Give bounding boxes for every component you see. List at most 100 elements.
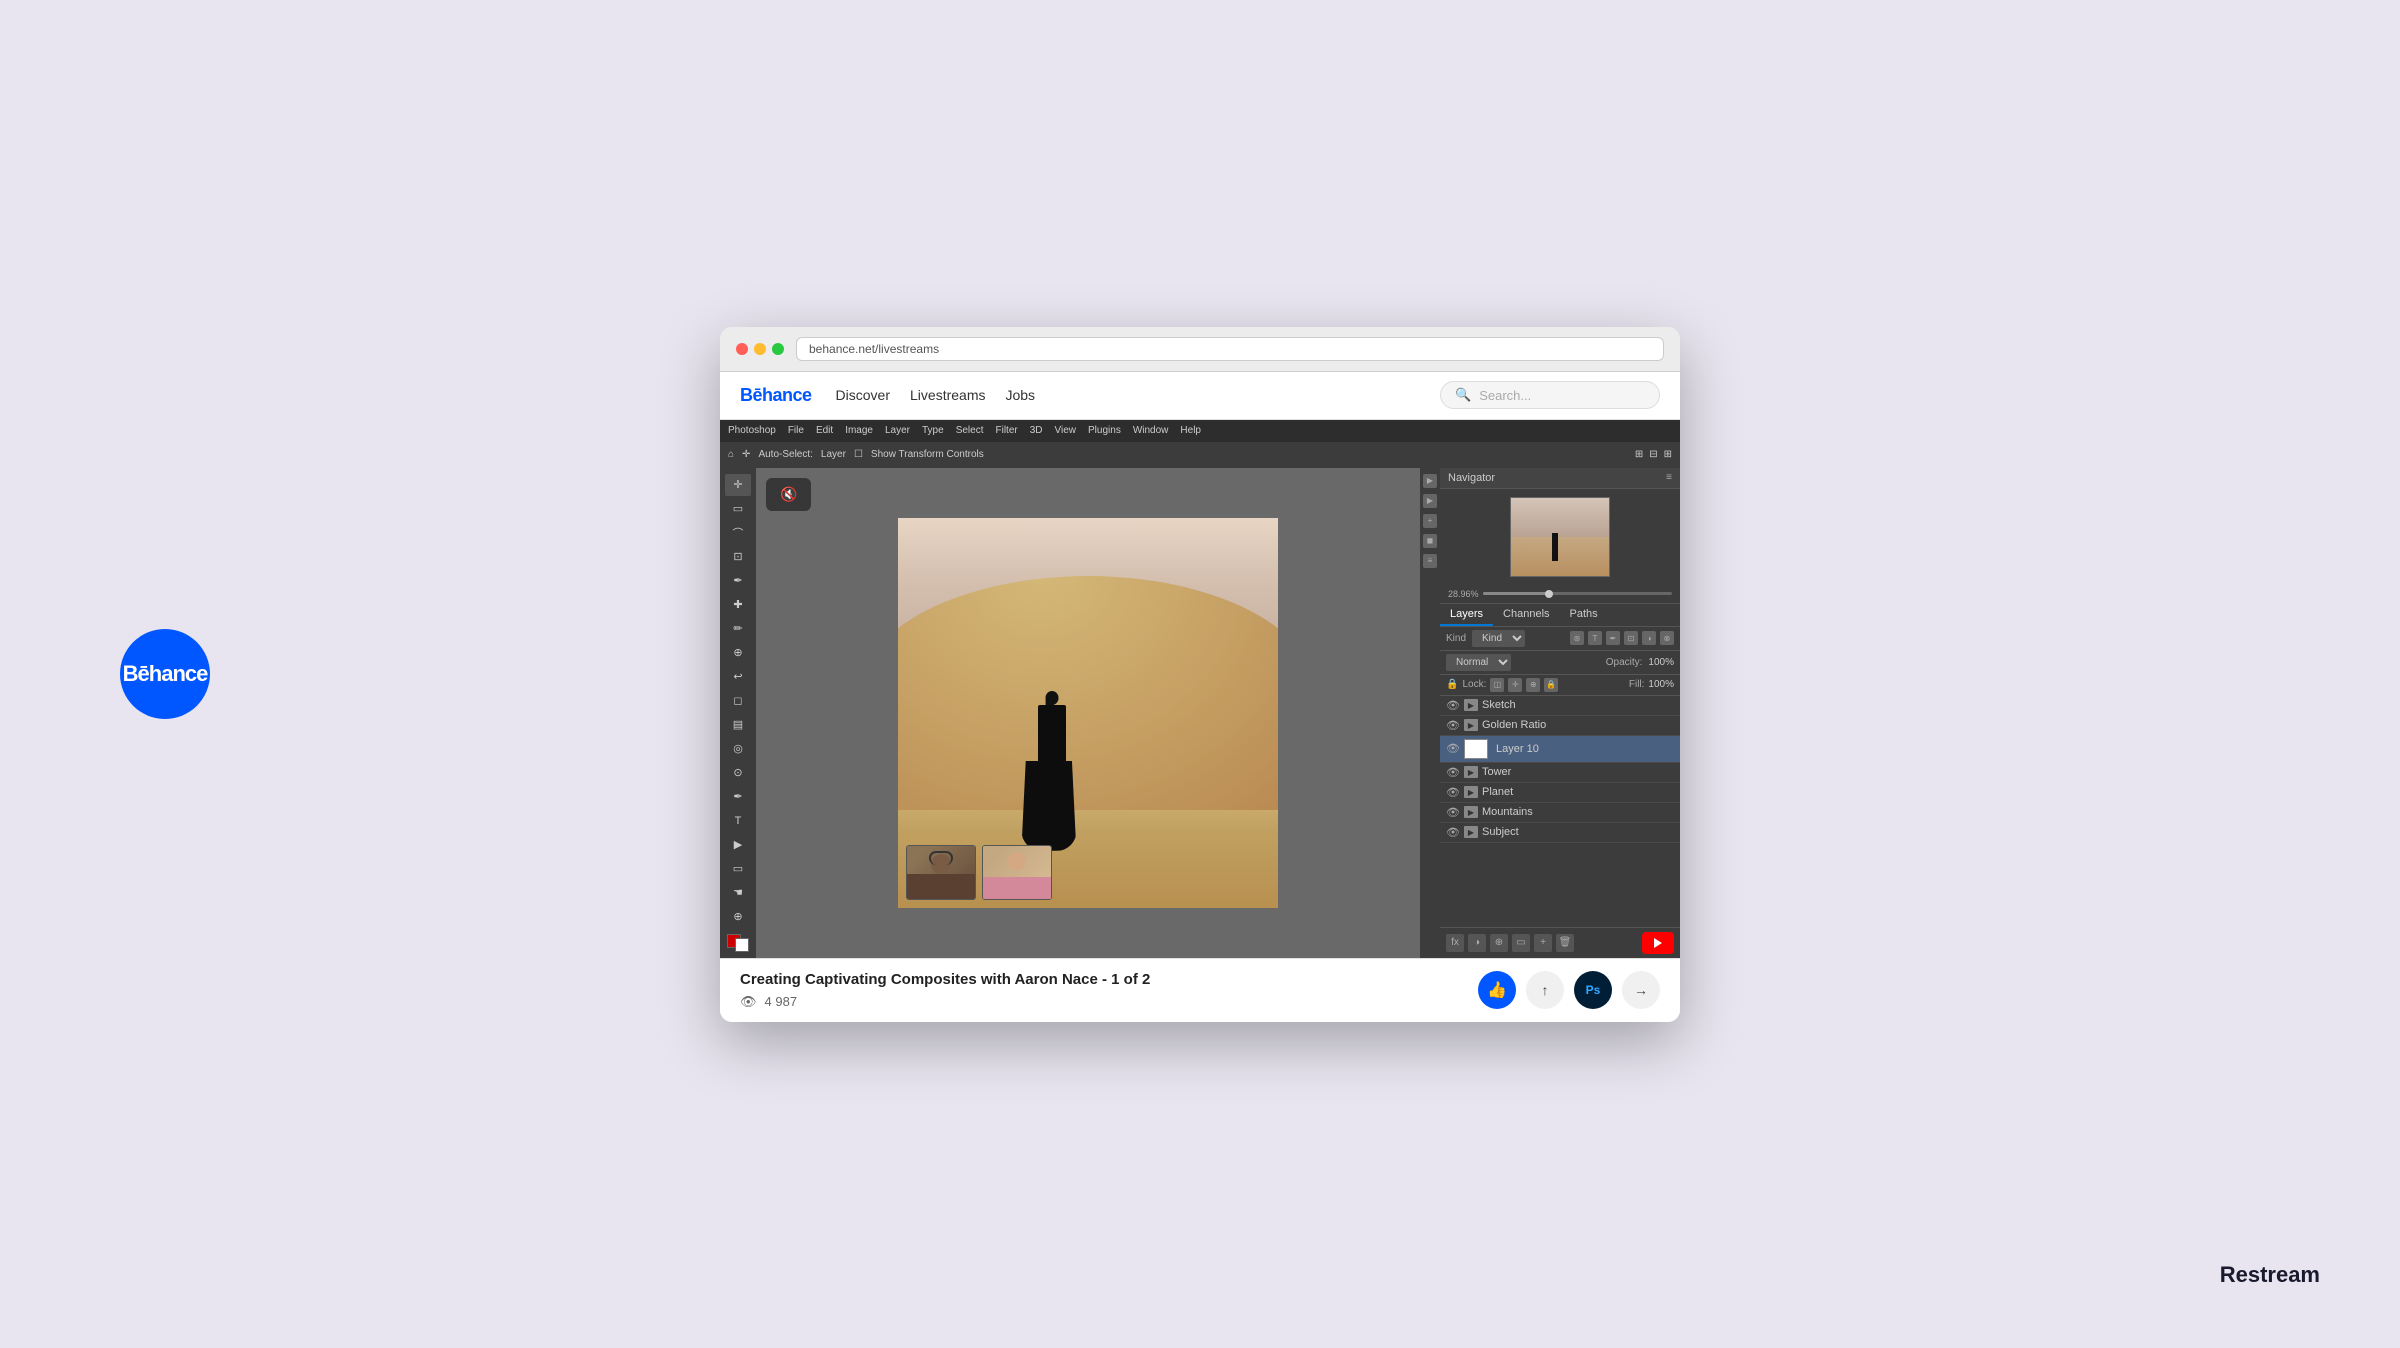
move-tool[interactable]: ✛ — [725, 474, 751, 496]
clone-tool[interactable]: ⊕ — [725, 642, 751, 664]
layer-visibility-icon[interactable]: 👁 — [1446, 742, 1460, 755]
tab-layers[interactable]: Layers — [1440, 604, 1493, 626]
search-bar[interactable]: 🔍 Search... — [1440, 381, 1660, 409]
lasso-tool[interactable]: ⌒ — [725, 522, 751, 544]
layer-item[interactable]: 👁 ▶ Planet — [1440, 783, 1680, 803]
panel-toggle-5[interactable]: ≡ — [1423, 554, 1437, 568]
ps-menu-select[interactable]: Select — [956, 425, 984, 436]
ps-layer-dropdown[interactable]: Layer — [821, 449, 846, 460]
layer-visibility-icon[interactable]: 👁 — [1446, 719, 1460, 732]
hand-tool[interactable]: ☚ — [725, 882, 751, 904]
layer-visibility-icon[interactable]: 👁 — [1446, 766, 1460, 779]
ps-menu-help[interactable]: Help — [1180, 425, 1201, 436]
ps-menu-view[interactable]: View — [1055, 425, 1077, 436]
ps-menu-plugins[interactable]: Plugins — [1088, 425, 1121, 436]
tab-channels[interactable]: Channels — [1493, 604, 1559, 626]
zoom-track[interactable] — [1483, 592, 1672, 595]
ps-menu-edit[interactable]: Edit — [816, 425, 833, 436]
ps-menu-image[interactable]: Image — [845, 425, 873, 436]
kind-dropdown[interactable]: Kind — [1472, 630, 1525, 647]
navigator-collapse-icon[interactable]: ≡ — [1666, 472, 1672, 483]
ps-align-left-icon[interactable]: ⊞ — [1635, 449, 1643, 460]
layer-item[interactable]: 👁 ▶ Tower — [1440, 763, 1680, 783]
layer-filter-icon-4[interactable]: ⊡ — [1624, 631, 1638, 645]
ps-align-center-icon[interactable]: ⊟ — [1649, 449, 1657, 460]
layer-filter-icon-6[interactable]: ⊗ — [1660, 631, 1674, 645]
next-button[interactable]: → — [1622, 971, 1660, 1009]
dodge-tool[interactable]: ⊙ — [725, 762, 751, 784]
layer-group-button[interactable]: ▭ — [1512, 934, 1530, 952]
nav-discover[interactable]: Discover — [836, 387, 890, 403]
ps-align-right-icon[interactable]: ⊞ — [1664, 449, 1672, 460]
mute-button[interactable]: 🔇 — [766, 478, 811, 511]
lock-option-2[interactable]: ✛ — [1508, 678, 1522, 692]
address-bar[interactable]: behance.net/livestreams — [796, 337, 1664, 361]
share-button[interactable]: ↑ — [1526, 971, 1564, 1009]
layer-filter-icon-2[interactable]: T — [1588, 631, 1602, 645]
layer-visibility-icon[interactable]: 👁 — [1446, 806, 1460, 819]
ps-menu-photoshop[interactable]: Photoshop — [728, 425, 776, 436]
background-color[interactable] — [735, 938, 749, 952]
healing-tool[interactable]: ✚ — [725, 594, 751, 616]
minimize-dot[interactable] — [754, 343, 766, 355]
nav-links: Discover Livestreams Jobs — [836, 387, 1036, 403]
color-swatch[interactable] — [727, 934, 749, 952]
brush-tool[interactable]: ✏ — [725, 618, 751, 640]
ps-menu-file[interactable]: File — [788, 425, 804, 436]
gradient-tool[interactable]: ▤ — [725, 714, 751, 736]
eraser-tool[interactable]: ◻ — [725, 690, 751, 712]
ps-menu-3d[interactable]: 3D — [1030, 425, 1043, 436]
layer-item[interactable]: 👁 ▶ Mountains — [1440, 803, 1680, 823]
lock-option-3[interactable]: ⊕ — [1526, 678, 1540, 692]
layer-filter-icon-5[interactable]: ◑ — [1642, 631, 1656, 645]
pen-tool[interactable]: ✒ — [725, 786, 751, 808]
youtube-badge[interactable] — [1642, 932, 1674, 954]
layer-item[interactable]: 👁 ▶ Golden Ratio — [1440, 716, 1680, 736]
ps-menu-window[interactable]: Window — [1133, 425, 1169, 436]
panel-toggle-3[interactable]: + — [1423, 514, 1437, 528]
ps-home-icon[interactable]: ⌂ — [728, 449, 734, 460]
layer-delete-button[interactable]: 🗑 — [1556, 934, 1574, 952]
close-dot[interactable] — [736, 343, 748, 355]
lock-option-1[interactable]: ◫ — [1490, 678, 1504, 692]
layer-visibility-icon[interactable]: 👁 — [1446, 786, 1460, 799]
layer-fx-button[interactable]: fx — [1446, 934, 1464, 952]
lock-option-4[interactable]: 🔒 — [1544, 678, 1558, 692]
zoom-slider[interactable]: 28.96% — [1440, 585, 1680, 603]
layer-filter-icon-1[interactable]: ⊛ — [1570, 631, 1584, 645]
crop-tool[interactable]: ⊡ — [725, 546, 751, 568]
layer-item-selected[interactable]: 👁 Layer 10 — [1440, 736, 1680, 763]
panel-toggle-2[interactable]: ▶ — [1423, 494, 1437, 508]
blend-mode-dropdown[interactable]: Normal — [1446, 654, 1511, 671]
history-brush-tool[interactable]: ↩ — [725, 666, 751, 688]
blur-tool[interactable]: ◎ — [725, 738, 751, 760]
panel-toggle-4[interactable]: ◼ — [1423, 534, 1437, 548]
layer-visibility-icon[interactable]: 👁 — [1446, 699, 1460, 712]
marquee-tool[interactable]: ▭ — [725, 498, 751, 520]
zoom-thumb[interactable] — [1545, 590, 1553, 598]
like-button[interactable]: 👍 — [1478, 971, 1516, 1009]
layer-new-button[interactable]: + — [1534, 934, 1552, 952]
layer-visibility-icon[interactable]: 👁 — [1446, 826, 1460, 839]
layer-item[interactable]: 👁 ▶ Subject — [1440, 823, 1680, 843]
path-selection-tool[interactable]: ▶ — [725, 834, 751, 856]
panel-toggle-1[interactable]: ▶ — [1423, 474, 1437, 488]
ps-menu-type[interactable]: Type — [922, 425, 944, 436]
eyedropper-tool[interactable]: ✒ — [725, 570, 751, 592]
ps-button[interactable]: Ps — [1574, 971, 1612, 1009]
layer-adjustment-button[interactable]: ⊕ — [1490, 934, 1508, 952]
maximize-dot[interactable] — [772, 343, 784, 355]
ps-menu-layer[interactable]: Layer — [885, 425, 910, 436]
ps-transform-checkbox[interactable]: ☐ — [854, 449, 863, 460]
nav-livestreams[interactable]: Livestreams — [910, 387, 985, 403]
zoom-tool[interactable]: ⊕ — [725, 906, 751, 928]
layer-item[interactable]: 👁 ▶ Sketch — [1440, 696, 1680, 716]
type-tool[interactable]: T — [725, 810, 751, 832]
ps-menu-filter[interactable]: Filter — [995, 425, 1017, 436]
nav-jobs[interactable]: Jobs — [1005, 387, 1035, 403]
shape-tool[interactable]: ▭ — [725, 858, 751, 880]
layer-filter-icon-3[interactable]: ✒ — [1606, 631, 1620, 645]
tab-paths[interactable]: Paths — [1560, 604, 1608, 626]
layer-mask-button[interactable]: ◑ — [1468, 934, 1486, 952]
ps-move-tool-icon[interactable]: ✛ — [742, 449, 750, 460]
